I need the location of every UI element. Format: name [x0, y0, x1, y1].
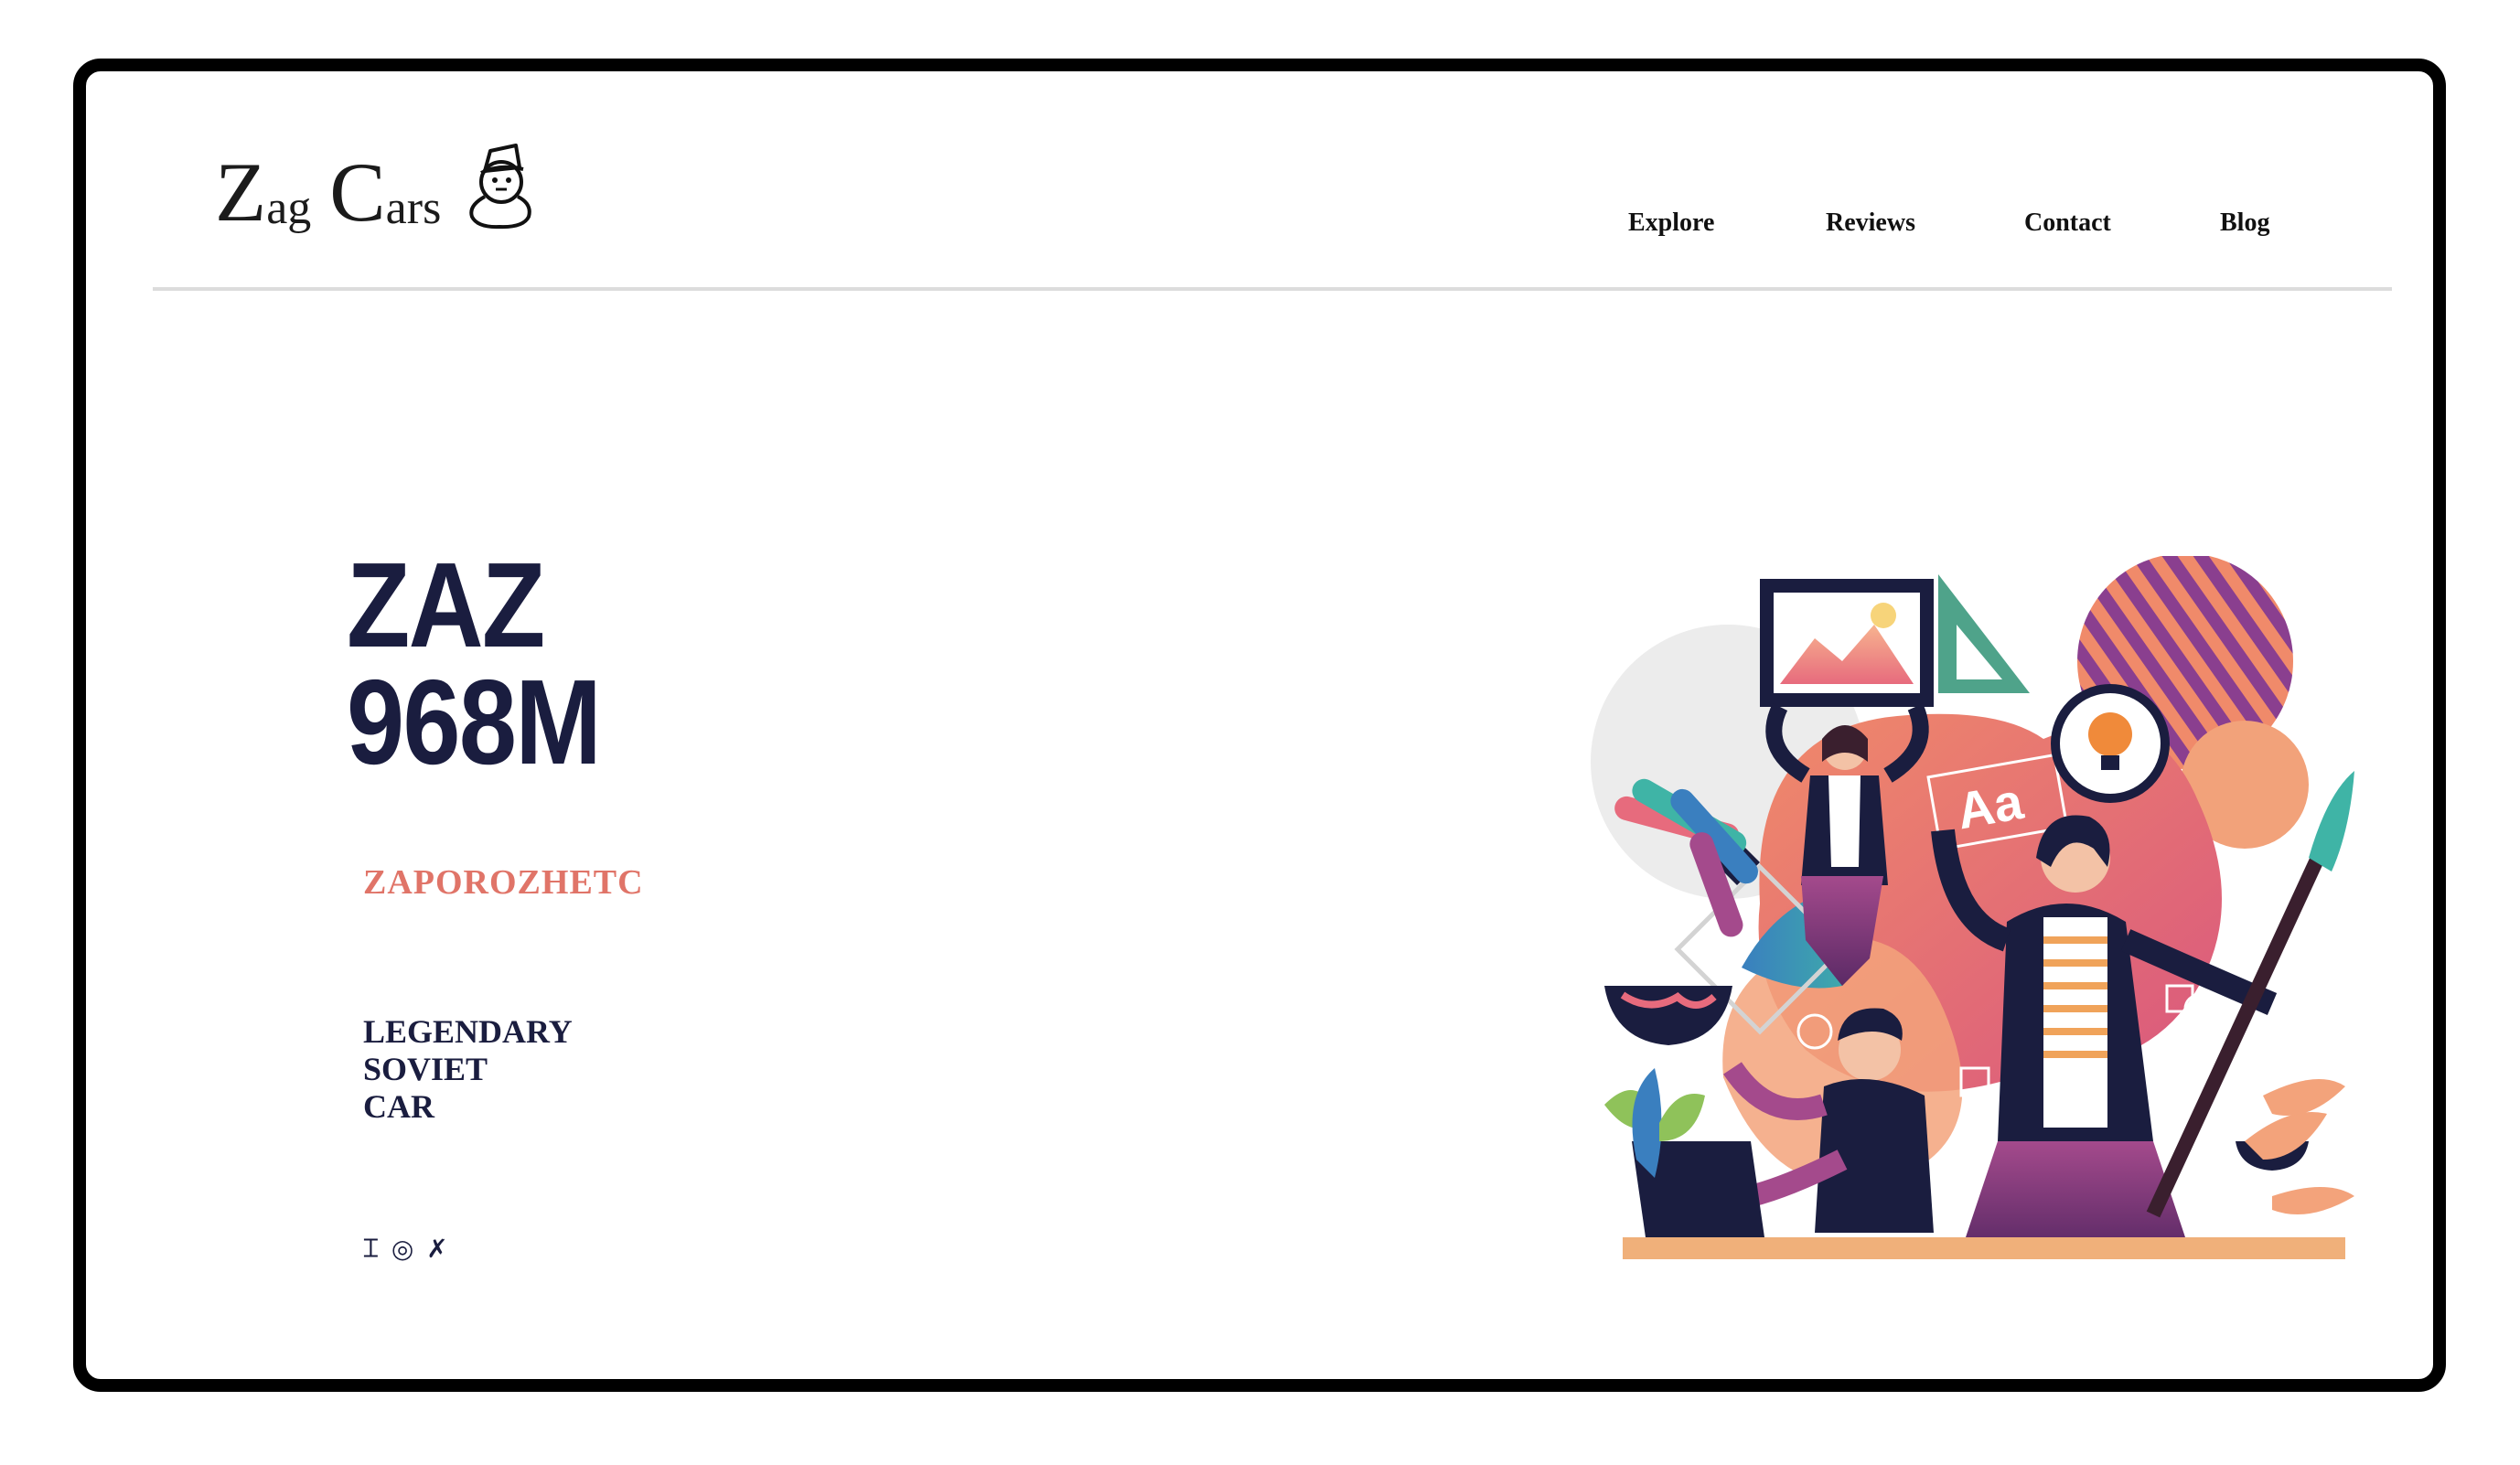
social-links: ⌶ ◎ ✗ — [363, 1233, 448, 1264]
creative-team-illustration: Aa — [1568, 553, 2391, 1269]
hero-title: ZAZ 968M — [347, 538, 641, 789]
logo-rest-ars: ars — [385, 182, 442, 234]
hero-subtitle: ZAPOROZHETC — [363, 863, 644, 902]
logo-rest-ag: ag — [266, 182, 312, 234]
logo-initial-c: C — [329, 145, 386, 239]
browser-frame: Z ag C ars Explore Reviews Contact Blog — [73, 59, 2446, 1392]
tagline-line2: SOVIET — [363, 1051, 488, 1087]
nav-explore[interactable]: Explore — [1628, 196, 1714, 251]
dribbble-icon[interactable]: ◎ — [391, 1234, 413, 1264]
tagline-line3: CAR — [363, 1088, 434, 1125]
twitter-icon[interactable]: ✗ — [426, 1234, 447, 1264]
nav-blog[interactable]: Blog — [2220, 196, 2269, 251]
logo-initial-z: Z — [215, 145, 267, 239]
site-logo[interactable]: Z ag C ars — [215, 134, 534, 234]
hero-tagline: LEGENDARY SOVIET CAR — [363, 1013, 573, 1126]
hero-title-line2: 968M — [347, 655, 602, 789]
tagline-line1: LEGENDARY — [363, 1013, 573, 1050]
nav-contact[interactable]: Contact — [2024, 196, 2111, 251]
snowman-hat-icon — [465, 142, 534, 234]
hero-title-line1: ZAZ — [347, 538, 545, 672]
svg-text:Aa: Aa — [1953, 772, 2028, 840]
instagram-icon[interactable]: ⌶ — [363, 1233, 379, 1264]
nav-reviews[interactable]: Reviews — [1826, 196, 1915, 251]
